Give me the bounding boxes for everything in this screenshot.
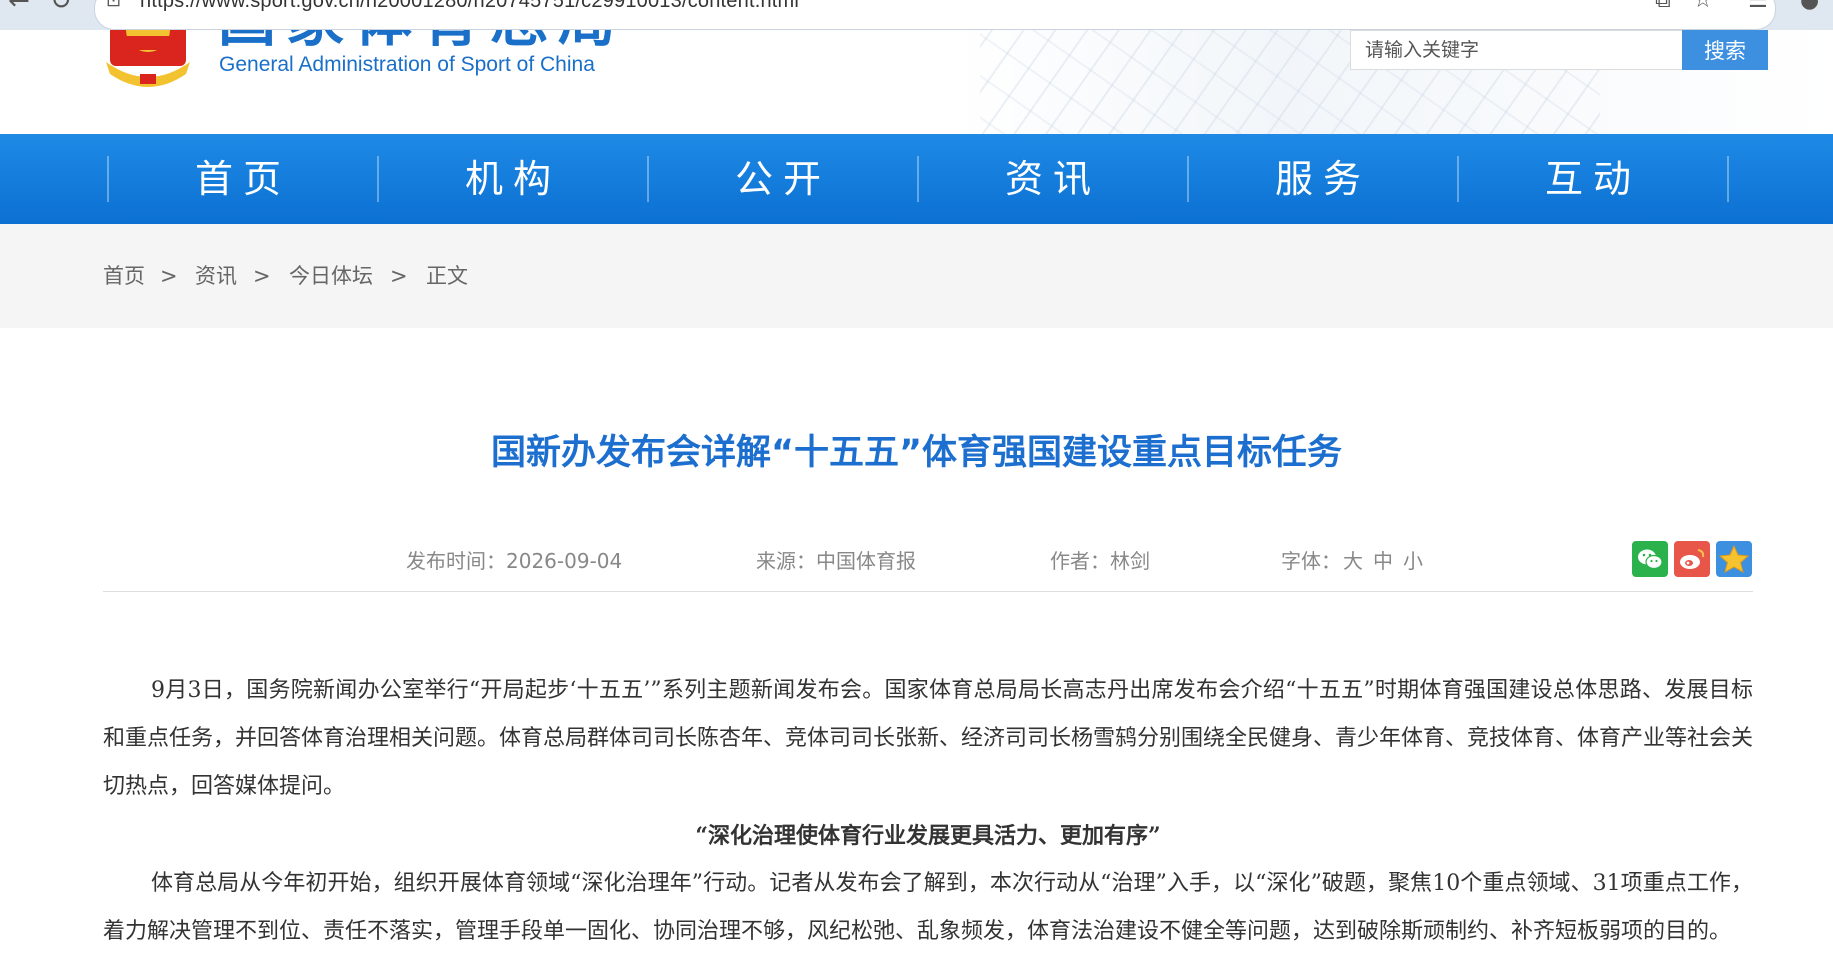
wechat-share-icon[interactable] <box>1632 541 1668 577</box>
breadcrumb-separator: > <box>390 264 408 288</box>
nav-item-services[interactable]: 服务 <box>1188 134 1458 224</box>
bookmark-star-icon[interactable]: ☆ <box>1693 0 1713 13</box>
font-size-large[interactable]: 大 <box>1343 545 1363 574</box>
browser-toolbar: ← ↻ ⊡ https://www.sport.gov.cn/n20001280… <box>0 0 1833 30</box>
breadcrumb-news[interactable]: 资讯 <box>195 224 237 328</box>
search-button[interactable]: 搜索 <box>1682 30 1768 70</box>
reload-icon[interactable]: ↻ <box>50 0 72 16</box>
breadcrumb-today-sports[interactable]: 今日体坛 <box>289 224 373 328</box>
site-info-icon[interactable]: ⊡ <box>106 0 121 11</box>
article-author: 作者：林剑 <box>1050 549 1150 573</box>
profile-avatar-icon[interactable]: ● <box>1800 0 1819 13</box>
breadcrumb-current: 正文 <box>426 264 468 288</box>
publish-time: 发布时间：2026-09-04 <box>406 549 623 573</box>
search-input[interactable] <box>1351 31 1681 69</box>
article-source: 来源：中国体育报 <box>756 549 916 573</box>
breadcrumb-home[interactable]: 首页 <box>103 224 145 328</box>
nav-item-interaction[interactable]: 互动 <box>1458 134 1728 224</box>
breadcrumb: 首页 > 资讯 > 今日体坛 > 正文 <box>0 224 1833 328</box>
site-logo-english[interactable]: General Administration of Sport of China <box>219 53 595 77</box>
nav-item-news[interactable]: 资讯 <box>918 134 1188 224</box>
nav-divider <box>1727 156 1729 202</box>
main-nav: 首页 机构 公开 资讯 服务 互动 <box>0 134 1833 224</box>
article-title: 国新办发布会详解“十五五”体育强国建设重点目标任务 <box>490 433 1342 473</box>
search-box: 搜索 <box>1350 30 1768 70</box>
favorite-share-icon[interactable] <box>1716 541 1752 577</box>
national-emblem-icon <box>106 30 190 87</box>
url-text[interactable]: https://www.sport.gov.cn/n20001280/n2074… <box>140 0 799 13</box>
font-size-label: 字体： <box>1281 549 1341 573</box>
article-paragraph-1: 9月3日，国务院新闻办公室举行“开局起步‘十五五’”系列主题新闻发布会。国家体育… <box>103 678 1754 799</box>
site-header: 国家体育总局 General Administration of Sport o… <box>0 30 1833 134</box>
font-size-small[interactable]: 小 <box>1403 545 1423 574</box>
breadcrumb-separator: > <box>160 264 178 288</box>
install-app-icon[interactable]: ⧉ <box>1655 0 1671 13</box>
site-logo-chinese[interactable]: 国家体育总局 <box>218 30 626 50</box>
article-paragraph-2: 体育总局从今年初开始，组织开展体育领域“深化治理年”行动。记者从发布会了解到，本… <box>103 871 1753 944</box>
font-size-medium[interactable]: 中 <box>1373 545 1393 574</box>
breadcrumb-separator: > <box>253 264 271 288</box>
article-subheading: “深化治理使体育行业发展更具活力、更加有序” <box>695 823 1161 849</box>
reading-list-icon[interactable]: ☰ <box>1748 0 1768 13</box>
nav-item-institutions[interactable]: 机构 <box>378 134 648 224</box>
nav-item-disclosure[interactable]: 公开 <box>648 134 918 224</box>
back-icon[interactable]: ← <box>8 0 30 16</box>
meta-divider <box>103 591 1753 592</box>
nav-item-home[interactable]: 首页 <box>108 134 378 224</box>
weibo-share-icon[interactable] <box>1674 541 1710 577</box>
